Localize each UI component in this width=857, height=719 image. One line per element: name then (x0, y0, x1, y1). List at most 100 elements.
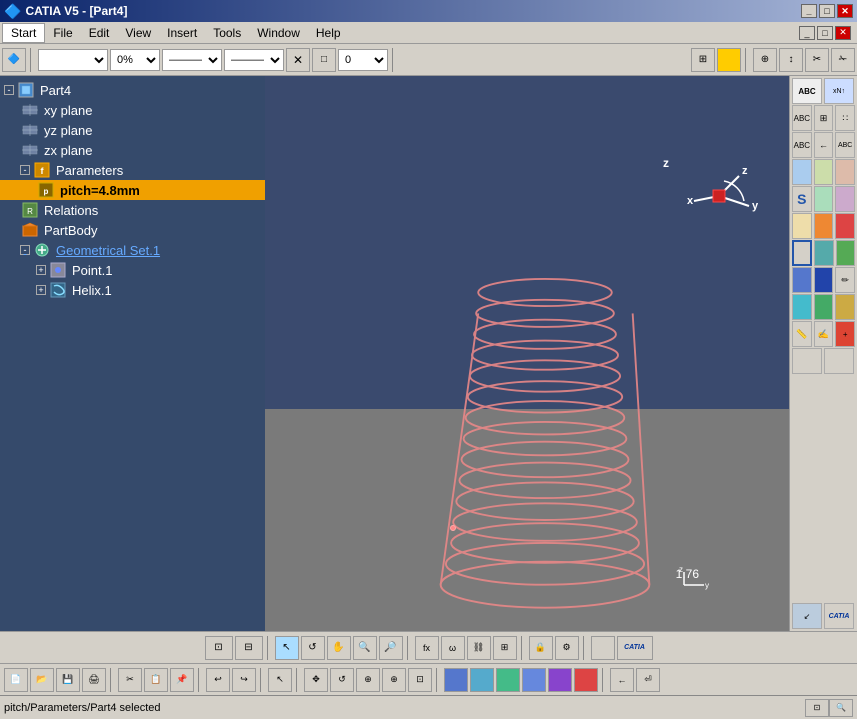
bt-omega-btn[interactable]: ω (441, 636, 465, 660)
rt-xn1-btn[interactable]: xN↑ (824, 78, 854, 104)
bt2-c1-btn[interactable] (444, 668, 468, 692)
bt2-cursor2-btn[interactable]: ↖ (268, 668, 292, 692)
maximize-button[interactable]: □ (819, 4, 835, 18)
bt2-paste-btn[interactable]: 📌 (170, 668, 194, 692)
bt-zoomin-btn[interactable]: 🔍 (353, 636, 377, 660)
tree-item-zxplane[interactable]: zx plane (0, 140, 265, 160)
tb-move-btn[interactable]: ↕ (779, 48, 803, 72)
rt-pencil-btn[interactable]: ✍ (814, 321, 834, 347)
bt2-c4-btn[interactable] (522, 668, 546, 692)
rt-dots-btn[interactable]: ∷ (835, 105, 855, 131)
tb-cut2-btn[interactable]: ✁ (831, 48, 855, 72)
rt-blue2-btn[interactable] (814, 267, 834, 293)
rt-red-btn[interactable] (835, 213, 855, 239)
tree-item-xyplane[interactable]: xy plane (0, 100, 265, 120)
tb-x-btn[interactable]: ✕ (286, 48, 310, 72)
bt-snap1-btn[interactable]: ⊡ (205, 636, 233, 660)
rt-green2-btn[interactable] (814, 294, 834, 320)
tb-percent-select[interactable]: 0% (110, 49, 160, 71)
menu-start[interactable]: Start (2, 23, 45, 43)
bt-lock-btn[interactable]: 🔒 (529, 636, 553, 660)
bt-rotate-btn[interactable]: ↺ (301, 636, 325, 660)
tb-plus-btn[interactable]: ⊕ (753, 48, 777, 72)
close-button[interactable]: ✕ (837, 4, 853, 18)
rt-orange-btn[interactable] (814, 213, 834, 239)
rt-cyan3-btn[interactable] (835, 159, 855, 185)
rt-square1-btn[interactable] (792, 240, 812, 266)
bt-grid2-btn[interactable]: ⊞ (493, 636, 517, 660)
bt2-zoom-btn[interactable]: ⊕ (382, 668, 406, 692)
bt2-pan2-btn[interactable]: ⊕ (356, 668, 380, 692)
rt-teal-btn[interactable] (814, 240, 833, 266)
bt2-redo-btn[interactable]: ↪ (232, 668, 256, 692)
tree-item-parameters[interactable]: - f Parameters (0, 160, 265, 180)
bt2-copy-btn[interactable]: 📋 (144, 668, 168, 692)
bt-catia2-btn[interactable]: CATIA (617, 636, 653, 660)
bt2-new-btn[interactable]: 📄 (4, 668, 28, 692)
rt-abc3-btn[interactable]: ABC (792, 132, 812, 158)
status-icon2[interactable]: 🔍 (829, 699, 853, 717)
tree-item-relations[interactable]: R Relations (0, 200, 265, 220)
tb-color-btn[interactable] (717, 48, 741, 72)
viewport[interactable]: z y x z 1.76 y z (265, 76, 789, 631)
tree-item-partbody[interactable]: PartBody (0, 220, 265, 240)
bt2-c5-btn[interactable] (548, 668, 572, 692)
menu-help[interactable]: Help (308, 24, 349, 42)
tree-item-yzplane[interactable]: yz plane (0, 120, 265, 140)
rt-s-btn[interactable]: S (792, 186, 812, 212)
bt2-move-btn[interactable]: ✥ (304, 668, 328, 692)
rt-cyan1-btn[interactable] (792, 159, 812, 185)
rt-yel-btn[interactable] (835, 294, 855, 320)
bt2-rotate2-btn[interactable]: ↺ (330, 668, 354, 692)
menu-window[interactable]: Window (249, 24, 308, 42)
tree-item-pitch[interactable]: p pitch=4.8mm (0, 180, 265, 200)
rt-curve-btn[interactable] (814, 186, 834, 212)
tb-cut1-btn[interactable]: ✂ (805, 48, 829, 72)
tb-line-select[interactable]: ——— (162, 49, 222, 71)
bt2-cut-btn[interactable]: ✂ (118, 668, 142, 692)
rt-grid-btn[interactable]: ⊞ (814, 105, 834, 131)
menu-file[interactable]: File (45, 24, 80, 42)
tree-item-part4[interactable]: - Part4 (0, 80, 265, 100)
menu-insert[interactable]: Insert (159, 24, 205, 42)
rt-ruler-btn[interactable]: 📏 (792, 321, 812, 347)
rt-misc1-btn[interactable] (792, 348, 822, 374)
rt-measure-btn[interactable]: + (835, 321, 855, 347)
bt-lock2-btn[interactable]: ⚙ (555, 636, 579, 660)
rt-catia-logo-btn[interactable]: CATIA (824, 603, 854, 629)
bt2-c3-btn[interactable] (496, 668, 520, 692)
tb-snap-btn[interactable]: ⊞ (691, 48, 715, 72)
bt2-undo-btn[interactable]: ↩ (206, 668, 230, 692)
bt-fx-btn[interactable]: fx (415, 636, 439, 660)
bt-extra1-btn[interactable] (591, 636, 615, 660)
bt2-zoombox-btn[interactable]: ⊡ (408, 668, 432, 692)
minimize-button[interactable]: _ (801, 4, 817, 18)
tb-square-btn[interactable]: □ (312, 48, 336, 72)
win-minimize-button[interactable]: _ (799, 26, 815, 40)
rt-green1-btn[interactable] (836, 240, 855, 266)
expand-geoset1[interactable]: - (20, 245, 30, 255)
expand-helix1[interactable]: + (36, 285, 46, 295)
rt-blue1-btn[interactable] (792, 267, 812, 293)
win-restore-button[interactable]: □ (817, 26, 833, 40)
menu-view[interactable]: View (117, 24, 159, 42)
bt-snap2-btn[interactable]: ⊟ (235, 636, 263, 660)
tb-icon-btn[interactable]: 🔷 (2, 48, 26, 72)
rt-edit-btn[interactable]: ✏ (835, 267, 855, 293)
bt2-back-btn[interactable]: ← (610, 668, 634, 692)
tree-item-helix1[interactable]: + Helix.1 (0, 280, 265, 300)
bt-chain-btn[interactable]: ⛓ (467, 636, 491, 660)
rt-xyz-btn[interactable]: ABC (835, 132, 855, 158)
status-icon1[interactable]: ⊡ (805, 699, 829, 717)
menu-edit[interactable]: Edit (81, 24, 118, 42)
tb-weight-select[interactable]: ——— (224, 49, 284, 71)
rt-cyan2-btn[interactable] (814, 159, 834, 185)
bt2-save-btn[interactable]: 💾 (56, 668, 80, 692)
rt-arrow-btn[interactable]: ← (814, 132, 834, 158)
rt-misc2-btn[interactable] (824, 348, 854, 374)
expand-point1[interactable]: + (36, 265, 46, 275)
bt2-open-btn[interactable]: 📂 (30, 668, 54, 692)
win-close-button[interactable]: ✕ (835, 26, 851, 40)
rt-abc2-btn[interactable]: ABC (792, 105, 812, 131)
rt-wave-btn[interactable] (835, 186, 855, 212)
